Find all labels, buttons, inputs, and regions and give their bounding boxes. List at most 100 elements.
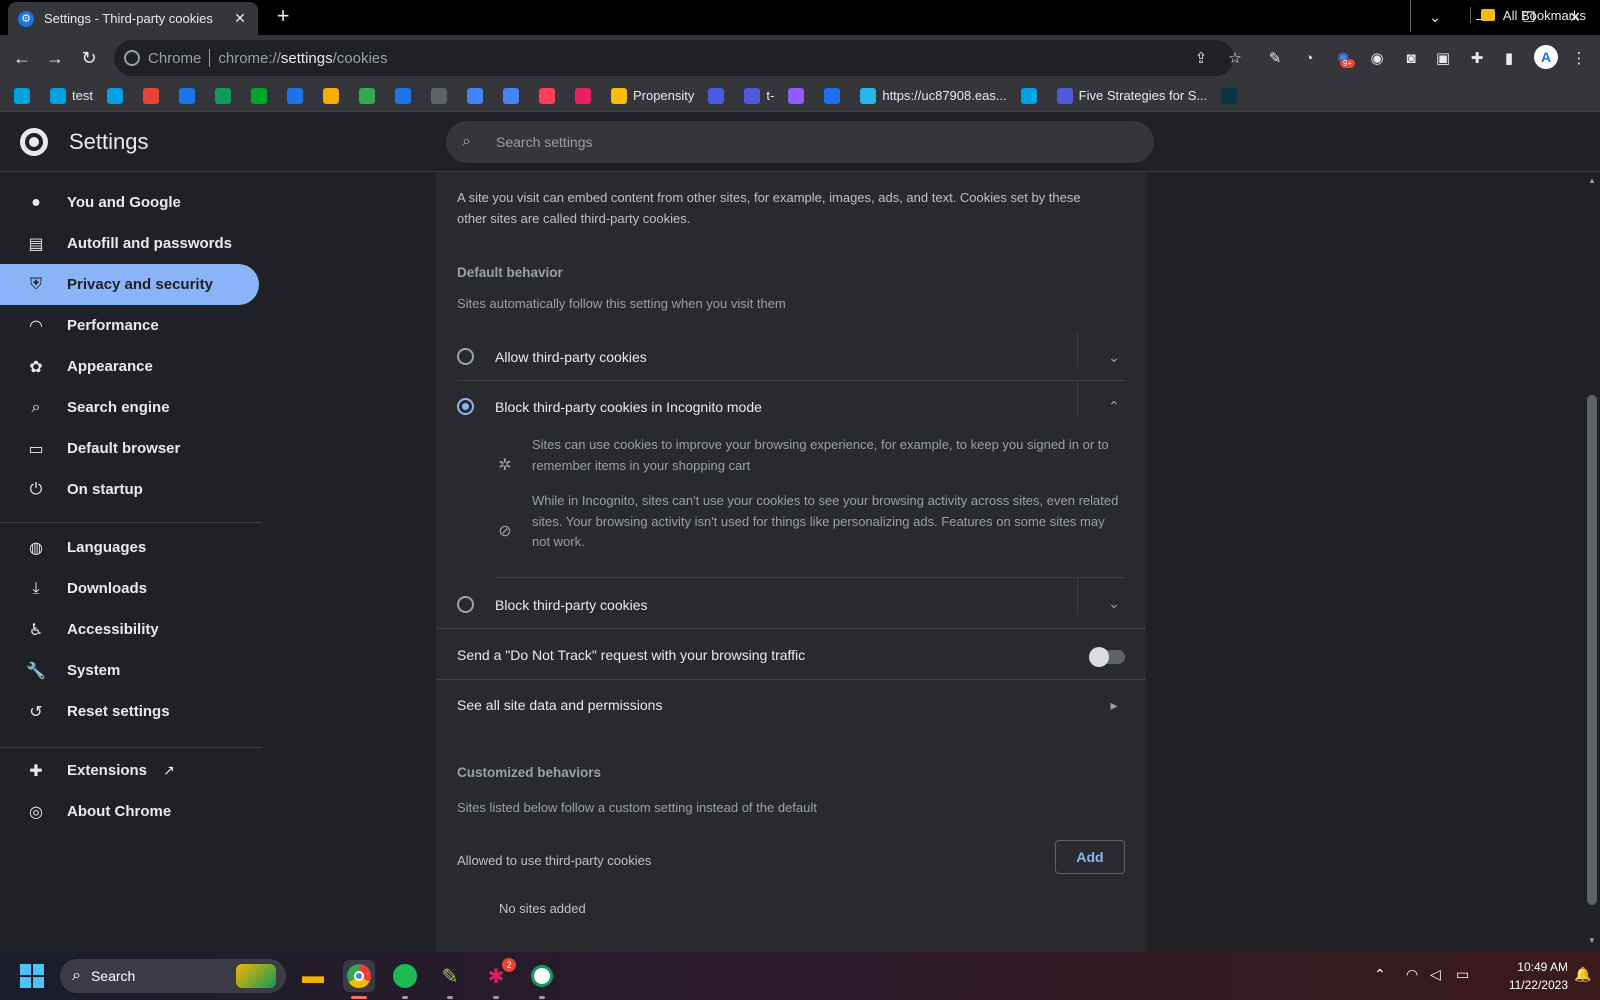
back-arrow-icon[interactable]: ← (8, 44, 36, 72)
z-icon (1221, 87, 1238, 104)
bookmark-item[interactable]: t- (744, 87, 774, 104)
bookmark-item[interactable] (106, 87, 129, 104)
bookmark-item[interactable]: Propensity (610, 87, 694, 104)
camera-icon[interactable]: ◙ (1400, 47, 1422, 69)
taskbar-clock[interactable]: 10:49 AM 11/22/2023 (1484, 958, 1568, 994)
bookmark-item[interactable] (322, 87, 345, 104)
chevron-up-icon[interactable]: ⌃ (1102, 394, 1126, 418)
maps-icon[interactable] (526, 960, 558, 992)
sidebar-item-about-chrome[interactable]: ◎ About Chrome (0, 791, 259, 832)
extensions-puzzle-icon[interactable]: ✚ (1466, 47, 1488, 69)
search-icon: ⌕ (72, 967, 81, 984)
bookmark-item[interactable] (708, 87, 730, 104)
bookmark-star-icon[interactable]: ☆ (1224, 47, 1246, 69)
bookmark-item[interactable] (430, 87, 453, 104)
extension-circle-icon[interactable]: ◉ (1366, 47, 1388, 69)
do-not-track-toggle[interactable] (1089, 647, 1125, 667)
site-data-link[interactable]: See all site data and permissions (457, 697, 662, 713)
hubspot-icon[interactable]: ▣ (1432, 47, 1454, 69)
bookmark-item[interactable] (1221, 87, 1243, 104)
sidebar-item-reset[interactable]: ↺ Reset settings (0, 691, 259, 732)
notification-bell-icon[interactable]: 🔔 (1574, 966, 1591, 983)
bookmark-item[interactable] (214, 87, 237, 104)
sidebar-item-performance[interactable]: ◠ Performance (0, 305, 259, 346)
bookmark-item[interactable]: test (50, 87, 93, 104)
expanded-info-cookies: Sites can use cookies to improve your br… (532, 437, 1109, 473)
all-bookmarks[interactable]: All Bookmarks (1469, 7, 1586, 23)
chevron-down-icon[interactable]: ⌄ (1102, 345, 1126, 369)
bookmark-item[interactable] (574, 87, 597, 104)
active-tab[interactable]: ⚙ Settings - Third-party cookies ✕ (8, 2, 258, 35)
bookmark-item[interactable] (788, 87, 810, 104)
scrollbar-thumb[interactable] (1587, 395, 1597, 905)
reload-icon[interactable]: ↻ (75, 44, 103, 72)
add-site-button[interactable]: Add (1055, 840, 1125, 874)
sidebar-item-accessibility[interactable]: ♿ Accessibility (0, 609, 259, 650)
option-separator (495, 577, 1125, 578)
file-explorer-icon[interactable]: ▬ (297, 960, 329, 992)
new-tab-button[interactable]: + (270, 4, 296, 30)
menu-kebab-icon[interactable]: ⋮ (1568, 47, 1590, 69)
sidebar-item-system[interactable]: 🔧 System (0, 650, 259, 691)
chrome-site-icon[interactable] (124, 50, 140, 66)
scroll-down-icon[interactable]: ▼ (1587, 936, 1597, 945)
profile-avatar[interactable]: A (1534, 45, 1558, 69)
eyedropper-icon[interactable]: ✎ (1264, 47, 1286, 69)
bookmark-item[interactable] (502, 87, 525, 104)
side-panel-icon[interactable]: ▮ (1498, 47, 1520, 69)
sidebar-item-on-startup[interactable]: ⏻ On startup (0, 469, 259, 510)
volume-icon[interactable]: ◁ (1430, 966, 1441, 983)
chrome-taskbar-icon[interactable] (343, 960, 375, 992)
scroll-up-icon[interactable]: ▲ (1587, 176, 1597, 185)
bookmark-item[interactable]: Five Strategies for S... (1056, 87, 1207, 104)
url-scheme: chrome:// (218, 49, 281, 67)
bookmark-item[interactable] (1020, 87, 1043, 104)
bookmark-item[interactable] (358, 87, 381, 104)
block-all-cookies-label[interactable]: Block third-party cookies (495, 597, 648, 613)
sidebar-item-default-browser[interactable]: ▭ Default browser (0, 428, 259, 469)
wifi-icon[interactable]: ◠ (1406, 966, 1418, 983)
bookmark-item[interactable] (538, 87, 561, 104)
tab-close-icon[interactable]: ✕ (232, 10, 248, 27)
block-incognito-radio[interactable] (457, 398, 474, 415)
sidebar-item-autofill[interactable]: ▤ Autofill and passwords (0, 223, 259, 264)
windows-taskbar: ⌕ Search ▬ ✎ ✱ ⌃ ◠ ◁ ▭ 10:49 AM 11/22/20… (0, 952, 1600, 1000)
chevron-up-icon[interactable]: ⌃ (1374, 966, 1386, 983)
bookmark-item[interactable]: https://uc87908.eas... (860, 87, 1007, 104)
bookmark-item[interactable] (178, 87, 201, 104)
bookmark-item[interactable] (394, 87, 417, 104)
tab-search-button[interactable]: ⌄ (1412, 0, 1458, 35)
windows-start-icon[interactable] (20, 964, 44, 988)
sidebar-item-privacy[interactable]: ⛨ Privacy and security (0, 264, 259, 305)
bookmark-item[interactable] (14, 87, 36, 104)
settings-search[interactable]: ⌕ (446, 121, 1154, 163)
taskbar-search[interactable]: ⌕ Search (60, 959, 286, 993)
sidebar-item-downloads[interactable]: ⤓ Downloads (0, 568, 259, 609)
bookmark-item[interactable] (466, 87, 489, 104)
bookmark-item[interactable] (142, 87, 165, 104)
bookmark-item[interactable] (250, 87, 273, 104)
search-input[interactable] (496, 134, 1096, 150)
sidebar-item-search-engine[interactable]: ⌕ Search engine (0, 387, 259, 428)
bookmark-item[interactable] (286, 87, 309, 104)
sidebar-item-languages[interactable]: ◍ Languages (0, 527, 259, 568)
block-incognito-label[interactable]: Block third-party cookies in Incognito m… (495, 399, 762, 415)
sidebar-item-extensions[interactable]: ✚ Extensions ↗ (0, 750, 259, 791)
sidebar-item-you-and-google[interactable]: ● You and Google (0, 182, 259, 223)
address-bar[interactable]: Chrome chrome:// settings /cookies (114, 40, 1234, 76)
spotify-icon[interactable] (389, 960, 421, 992)
battery-icon[interactable]: ▭ (1456, 966, 1469, 983)
share-icon[interactable]: ⇪ (1190, 47, 1212, 69)
bookmark-item[interactable] (824, 87, 846, 104)
allow-cookies-radio[interactable] (457, 348, 474, 365)
allow-cookies-label[interactable]: Allow third-party cookies (495, 349, 647, 365)
block-all-cookies-radio[interactable] (457, 596, 474, 613)
timer-icon[interactable]: ◔ (1298, 47, 1320, 69)
settings-gear-icon: ⚙ (18, 10, 34, 27)
default-behavior-subtitle: Sites automatically follow this setting … (457, 296, 786, 311)
sidebar-item-appearance[interactable]: ✿ Appearance (0, 346, 259, 387)
chevron-down-icon[interactable]: ⌄ (1102, 591, 1126, 615)
forward-arrow-icon[interactable]: → (41, 44, 69, 72)
chevron-right-icon[interactable]: ▸ (1102, 693, 1126, 717)
notepad-icon[interactable]: ✎ (434, 960, 466, 992)
